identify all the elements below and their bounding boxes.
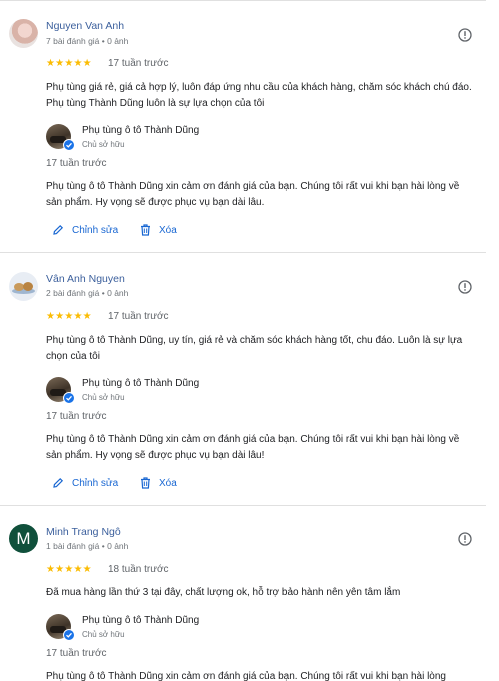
pencil-icon — [53, 224, 64, 235]
reviewer-name[interactable]: Nguyen Van Anh — [46, 20, 124, 32]
rating-stars: ★★★★★ — [46, 564, 92, 575]
reply-text: Phụ tùng ô tô Thành Dũng xin cảm ơn đánh… — [46, 671, 446, 681]
review-text: Đã mua hàng lần thứ 3 tại đây, chất lượn… — [46, 587, 401, 598]
reviewer-meta: 1 bài đánh giá • 0 ảnh — [46, 541, 129, 551]
reviewer-meta: 2 bài đánh giá • 0 ảnh — [46, 288, 129, 298]
avatar[interactable]: M — [9, 524, 38, 553]
reply-text: Phụ tùng ô tô Thành Dũng xin cảm ơn đánh… — [46, 434, 460, 461]
pencil-icon — [53, 477, 64, 488]
reply-time: 17 tuần trước — [46, 411, 107, 422]
verified-check-icon — [63, 139, 75, 151]
trash-icon — [141, 477, 150, 489]
edit-label: Chỉnh sửa — [72, 224, 119, 236]
verified-check-icon — [63, 392, 75, 404]
delete-reply-button[interactable]: Xóa — [140, 477, 177, 489]
reply-text: Phụ tùng ô tô Thành Dũng xin cảm ơn đánh… — [46, 181, 460, 208]
divider — [0, 505, 486, 506]
reviewer-name[interactable]: Vân Anh Nguyen — [46, 273, 125, 285]
review-time: 18 tuần trước — [108, 564, 169, 575]
owner-name: Phụ tùng ô tô Thành Dũng — [82, 125, 200, 136]
edit-reply-button[interactable]: Chỉnh sửa — [52, 224, 118, 236]
reviews-panel: Nguyen Van Anh 7 bài đánh giá • 0 ảnh ★★… — [0, 0, 499, 681]
verified-check-icon — [63, 629, 75, 641]
info-circle-icon[interactable] — [458, 532, 472, 546]
edit-reply-button[interactable]: Chỉnh sửa — [52, 477, 118, 489]
owner-role: Chủ sở hữu — [82, 393, 125, 402]
review-time: 17 tuần trước — [108, 311, 169, 322]
review-text: Phụ tùng giá rẻ, giá cả hợp lý, luôn đáp… — [46, 82, 472, 109]
info-circle-icon[interactable] — [458, 280, 472, 294]
owner-name: Phụ tùng ô tô Thành Dũng — [82, 615, 200, 626]
reviewer-name[interactable]: Minh Trang Ngô — [46, 526, 121, 538]
delete-label: Xóa — [159, 224, 177, 236]
reply-time: 17 tuần trước — [46, 158, 107, 169]
owner-name: Phụ tùng ô tô Thành Dũng — [82, 378, 200, 389]
rating-stars: ★★★★★ — [46, 58, 92, 69]
delete-reply-button[interactable]: Xóa — [140, 224, 177, 236]
avatar[interactable] — [9, 19, 38, 48]
avatar[interactable] — [9, 272, 38, 301]
reply-time: 17 tuần trước — [46, 648, 107, 659]
reviewer-meta: 7 bài đánh giá • 0 ảnh — [46, 36, 129, 46]
rating-stars: ★★★★★ — [46, 311, 92, 322]
edit-label: Chỉnh sửa — [72, 477, 119, 489]
review-time: 17 tuần trước — [108, 58, 169, 69]
review-text: Phụ tùng ô tô Thành Dũng, uy tín, giá rẻ… — [46, 335, 463, 362]
divider — [0, 0, 486, 1]
delete-label: Xóa — [159, 477, 177, 489]
trash-icon — [141, 224, 150, 236]
owner-role: Chủ sở hữu — [82, 630, 125, 639]
info-circle-icon[interactable] — [458, 28, 472, 42]
owner-role: Chủ sở hữu — [82, 140, 125, 149]
divider — [0, 252, 486, 253]
